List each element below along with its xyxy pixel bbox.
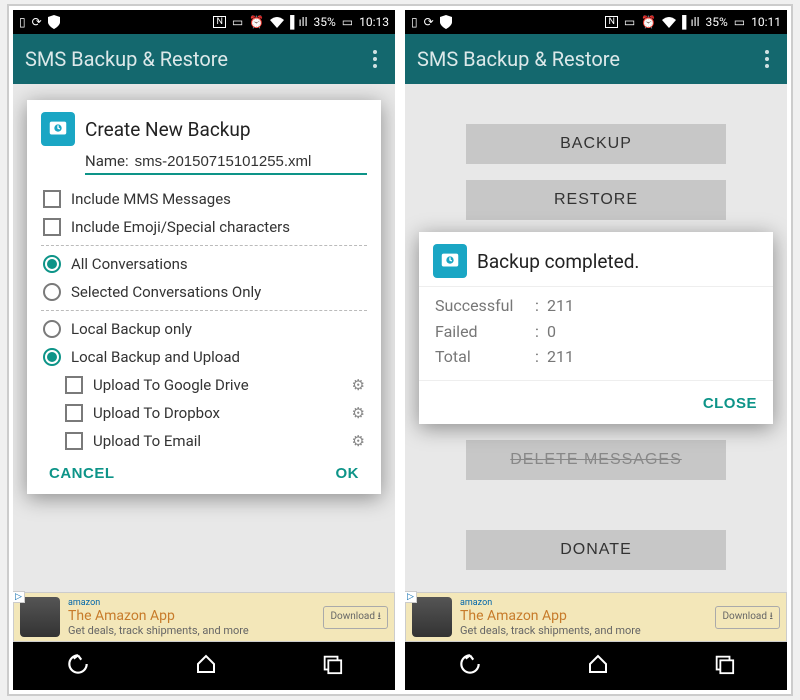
back-icon[interactable] <box>457 651 483 681</box>
ad-image <box>412 597 452 637</box>
upload-dropbox-option[interactable]: Upload To Dropbox ⚙ <box>41 399 367 427</box>
total-value: 211 <box>547 344 574 370</box>
selected-conversations-option[interactable]: Selected Conversations Only <box>41 278 367 306</box>
ad-title: The Amazon App <box>68 608 249 624</box>
clock-text: 10:13 <box>359 15 389 29</box>
backup-complete-dialog: Backup completed. Successful:211 Failed:… <box>419 232 773 424</box>
sync-icon: ⟳ <box>32 15 42 29</box>
failed-value: 0 <box>547 319 556 345</box>
alarm-icon: ⏰ <box>249 15 264 29</box>
content-area: ▷ amazon The Amazon App Get deals, track… <box>13 84 395 642</box>
ad-banner[interactable]: ▷ amazon The Amazon App Get deals, track… <box>13 592 395 642</box>
nav-bar <box>13 642 395 690</box>
local-upload-option[interactable]: Local Backup and Upload <box>41 343 367 371</box>
create-backup-dialog: Create New Backup Name: Include MMS Mess… <box>27 100 381 494</box>
ad-brand: amazon <box>68 598 249 608</box>
backup-stats: Successful:211 Failed:0 Total:211 <box>419 286 773 381</box>
battery-icon: ▭ <box>734 15 745 29</box>
adchoices-icon[interactable]: ▷ <box>405 591 417 603</box>
nfc-icon: N <box>213 16 225 28</box>
wifi-icon <box>270 16 284 28</box>
ok-button[interactable]: OK <box>336 465 360 482</box>
gear-icon[interactable]: ⚙ <box>352 404 365 422</box>
cards-icon: ▯ <box>411 15 418 29</box>
phone-left: ▯ ⟳ N ▭ ⏰ ▌ıll 35% ▭ 10:13 SMS Backup & <box>13 10 395 690</box>
checkbox-icon <box>43 218 61 236</box>
vibrate-icon: ▭ <box>624 15 635 29</box>
app-bar: SMS Backup & Restore <box>405 34 787 84</box>
failed-label: Failed <box>435 319 535 345</box>
shield-icon <box>48 15 60 29</box>
radio-icon <box>43 283 61 301</box>
local-only-option[interactable]: Local Backup only <box>41 315 367 343</box>
app-bar: SMS Backup & Restore <box>13 34 395 84</box>
gear-icon[interactable]: ⚙ <box>352 376 365 394</box>
all-conversations-option[interactable]: All Conversations <box>41 250 367 278</box>
battery-text: 35% <box>313 15 335 29</box>
checkbox-icon <box>65 432 83 450</box>
back-icon[interactable] <box>65 651 91 681</box>
app-title: SMS Backup & Restore <box>417 47 620 71</box>
ad-title: The Amazon App <box>460 608 641 624</box>
total-label: Total <box>435 344 535 370</box>
gear-icon[interactable]: ⚙ <box>352 432 365 450</box>
adchoices-icon[interactable]: ▷ <box>13 591 25 603</box>
signal-icon: ▌ıll <box>290 15 307 29</box>
upload-email-option[interactable]: Upload To Email ⚙ <box>41 427 367 455</box>
cards-icon: ▯ <box>19 15 26 29</box>
close-button[interactable]: CLOSE <box>703 395 757 412</box>
radio-icon <box>43 255 61 273</box>
signal-icon: ▌ıll <box>682 15 699 29</box>
donate-button[interactable]: DONATE <box>466 530 726 570</box>
ad-download-button[interactable]: Download ⭳ <box>323 606 388 629</box>
restore-button[interactable]: RESTORE <box>466 180 726 220</box>
ad-image <box>20 597 60 637</box>
radio-icon <box>43 320 61 338</box>
upload-gdrive-option[interactable]: Upload To Google Drive ⚙ <box>41 371 367 399</box>
include-mms-option[interactable]: Include MMS Messages <box>41 185 367 213</box>
ad-subtitle: Get deals, track shipments, and more <box>68 624 249 637</box>
overflow-menu[interactable] <box>759 44 775 74</box>
status-bar: ▯ ⟳ N ▭ ⏰ ▌ıll 35% ▭ 10:11 <box>405 10 787 34</box>
nav-bar <box>405 642 787 690</box>
checkbox-icon <box>65 376 83 394</box>
backup-button[interactable]: BACKUP <box>466 124 726 164</box>
recent-icon[interactable] <box>713 653 735 679</box>
home-icon[interactable] <box>194 652 218 680</box>
sync-icon: ⟳ <box>424 15 434 29</box>
alarm-icon: ⏰ <box>641 15 656 29</box>
filename-input[interactable] <box>135 153 367 170</box>
ad-brand: amazon <box>460 598 641 608</box>
shield-icon <box>440 15 452 29</box>
battery-icon: ▭ <box>342 15 353 29</box>
recent-icon[interactable] <box>321 653 343 679</box>
include-emoji-option[interactable]: Include Emoji/Special characters <box>41 213 367 241</box>
dialog-title: Create New Backup <box>85 118 251 141</box>
delete-messages-button[interactable]: DELETE MESSAGES <box>466 440 726 480</box>
battery-text: 35% <box>705 15 727 29</box>
home-icon[interactable] <box>586 652 610 680</box>
phone-right: ▯ ⟳ N ▭ ⏰ ▌ıll 35% ▭ 10:11 SMS Backup & … <box>405 10 787 690</box>
cancel-button[interactable]: CANCEL <box>49 465 115 482</box>
status-bar: ▯ ⟳ N ▭ ⏰ ▌ıll 35% ▭ 10:13 <box>13 10 395 34</box>
ad-subtitle: Get deals, track shipments, and more <box>460 624 641 637</box>
successful-value: 211 <box>547 293 574 319</box>
wifi-icon <box>662 16 676 28</box>
successful-label: Successful <box>435 293 535 319</box>
filename-label: Name: <box>85 152 129 170</box>
vibrate-icon: ▭ <box>232 15 243 29</box>
nfc-icon: N <box>605 16 617 28</box>
overflow-menu[interactable] <box>367 44 383 74</box>
ad-banner[interactable]: ▷ amazon The Amazon App Get deals, track… <box>405 592 787 642</box>
checkbox-icon <box>43 190 61 208</box>
content-area: BACKUP RESTORE DELETE MESSAGES DONATE ▷ … <box>405 84 787 642</box>
radio-icon <box>43 348 61 366</box>
app-icon <box>41 112 75 146</box>
checkbox-icon <box>65 404 83 422</box>
clock-text: 10:11 <box>751 15 781 29</box>
app-title: SMS Backup & Restore <box>25 47 228 71</box>
ad-download-button[interactable]: Download ⭳ <box>715 606 780 629</box>
app-icon <box>433 244 467 278</box>
dialog-title: Backup completed. <box>477 250 639 273</box>
